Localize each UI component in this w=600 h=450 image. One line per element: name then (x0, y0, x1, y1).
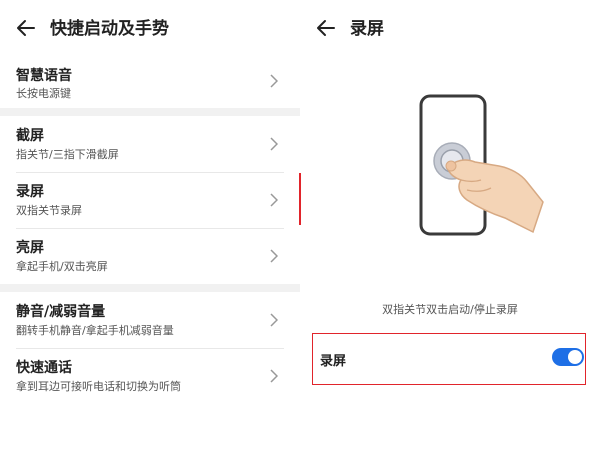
setting-label: 录屏 (320, 354, 347, 369)
list-item-quick-call[interactable]: 快速通话 拿到耳边可接听电话和切换为听筒 (0, 349, 300, 404)
list-item-subtitle: 翻转手机静音/拿起手机减弱音量 (16, 324, 174, 337)
section-divider (0, 284, 300, 292)
list-item-smart-voice[interactable]: 智慧语音 长按电源键 (0, 60, 300, 110)
list-item-subtitle: 拿起手机/双击亮屏 (16, 260, 108, 273)
gesture-caption: 双指关节双击启动/停止录屏 (382, 303, 518, 316)
list-item-title: 亮屏 (16, 240, 44, 256)
back-arrow-icon[interactable] (14, 16, 38, 40)
screen-record-setting-row[interactable] (312, 333, 586, 385)
app-bar: 录屏 (300, 0, 600, 60)
chevron-right-icon (270, 74, 278, 88)
screen-record-settings-screen: 录屏 双指关节双击启动/停止录屏 录屏 (300, 0, 600, 450)
screen-record-toggle[interactable] (552, 348, 584, 366)
list-item-title: 录屏 (16, 184, 44, 200)
chevron-right-icon (270, 137, 278, 151)
gestures-settings-screen: 快捷启动及手势 智慧语音 长按电源键 截屏 指关节/三指下滑截屏 录屏 双指关节… (0, 0, 300, 450)
app-bar: 快捷启动及手势 (0, 0, 300, 60)
list-item-title: 静音/减弱音量 (16, 304, 106, 320)
list-item-title: 快速通话 (16, 360, 72, 376)
list-item-mute-reduce-volume[interactable]: 静音/减弱音量 翻转手机静音/拿起手机减弱音量 (0, 293, 300, 348)
knuckle-double-tap-illustration (419, 94, 544, 236)
back-arrow-icon[interactable] (314, 16, 338, 40)
chevron-right-icon (270, 369, 278, 383)
list-item-screenshot[interactable]: 截屏 指关节/三指下滑截屏 (0, 117, 300, 172)
list-item-subtitle: 双指关节录屏 (16, 204, 82, 217)
list-item-screen-record[interactable]: 录屏 双指关节录屏 (0, 173, 300, 228)
list-item-subtitle: 拿到耳边可接听电话和切换为听筒 (16, 380, 181, 393)
toggle-knob (568, 350, 582, 364)
section-divider (0, 108, 300, 116)
list-item-title: 智慧语音 (16, 68, 72, 84)
list-item-title: 截屏 (16, 128, 44, 144)
list-item-wake-screen[interactable]: 亮屏 拿起手机/双击亮屏 (0, 229, 300, 284)
page-title: 快捷启动及手势 (50, 19, 169, 39)
chevron-right-icon (270, 193, 278, 207)
chevron-right-icon (270, 313, 278, 327)
chevron-right-icon (270, 249, 278, 263)
page-title: 录屏 (350, 19, 384, 39)
list-item-subtitle: 长按电源键 (16, 87, 71, 100)
list-item-subtitle: 指关节/三指下滑截屏 (16, 148, 119, 161)
